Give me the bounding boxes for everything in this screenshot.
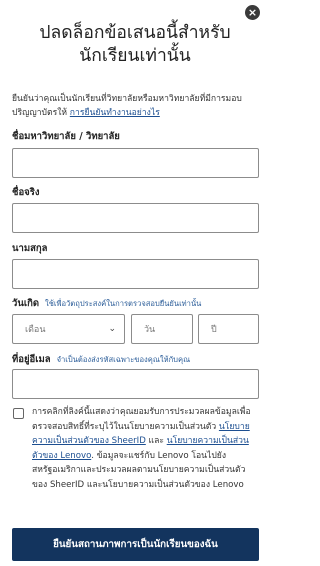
consent-checkbox[interactable] (13, 408, 24, 419)
birth-year-placeholder: ปี (211, 325, 217, 335)
how-verification-works-link[interactable]: การยืนยันทำงานอย่างไร (70, 108, 160, 118)
university-label: ชื่อมหาวิทยาลัย / วิทยาลัย (12, 131, 120, 142)
first-name-label: ชื่อจริง (12, 187, 40, 198)
consent-text-1: การคลิกที่ลิงค์นี้แสดงว่าคุณยอมรับการประ… (32, 407, 251, 432)
email-label-text: ที่อยู่อีเมล (12, 354, 51, 365)
last-name-label: นามสกุล (12, 243, 48, 254)
close-icon[interactable]: × (245, 5, 260, 20)
birth-month-placeholder: เดือน (25, 325, 46, 335)
email-label: ที่อยู่อีเมล จำเป็นต้องส่งรหัสเฉพาะของคุณ… (12, 352, 190, 367)
birth-year-input[interactable]: ปี (198, 314, 259, 344)
last-name-input[interactable] (12, 259, 259, 289)
consent-text: การคลิกที่ลิงค์นี้แสดงว่าคุณยอมรับการประ… (32, 405, 256, 493)
intro-text: ยืนยันว่าคุณเป็นนักเรียนที่วิทยาลัยหรือม… (12, 92, 260, 120)
birth-day-placeholder: วัน (144, 325, 156, 335)
consent-text-2: และ (145, 436, 167, 447)
page-title: ปลดล็อกข้อเสนอนี้สำหรับนักเรียนเท่านั้น (39, 23, 231, 66)
chevron-down-icon: ⌄ (108, 324, 116, 334)
verify-student-status-button[interactable]: ยืนยันสถานภาพการเป็นนักเรียนของฉัน (12, 528, 259, 561)
birth-month-select[interactable]: เดือน ⌄ (12, 314, 125, 344)
email-hint: จำเป็นต้องส่งรหัสเฉพาะของคุณให้กับคุณ (56, 355, 191, 364)
birth-date-hint: ใช้เพื่อวัตถุประสงค์ในการตรวจสอบยืนยันเท… (45, 299, 202, 308)
close-glyph: × (247, 6, 258, 19)
birth-date-label-text: วันเกิด (12, 298, 39, 309)
university-input[interactable] (12, 148, 259, 178)
email-input[interactable] (12, 369, 259, 399)
birth-date-label: วันเกิด ใช้เพื่อวัตถุประสงค์ในการตรวจสอบย… (12, 296, 201, 311)
birth-day-input[interactable]: วัน (131, 314, 193, 344)
first-name-input[interactable] (12, 203, 259, 233)
